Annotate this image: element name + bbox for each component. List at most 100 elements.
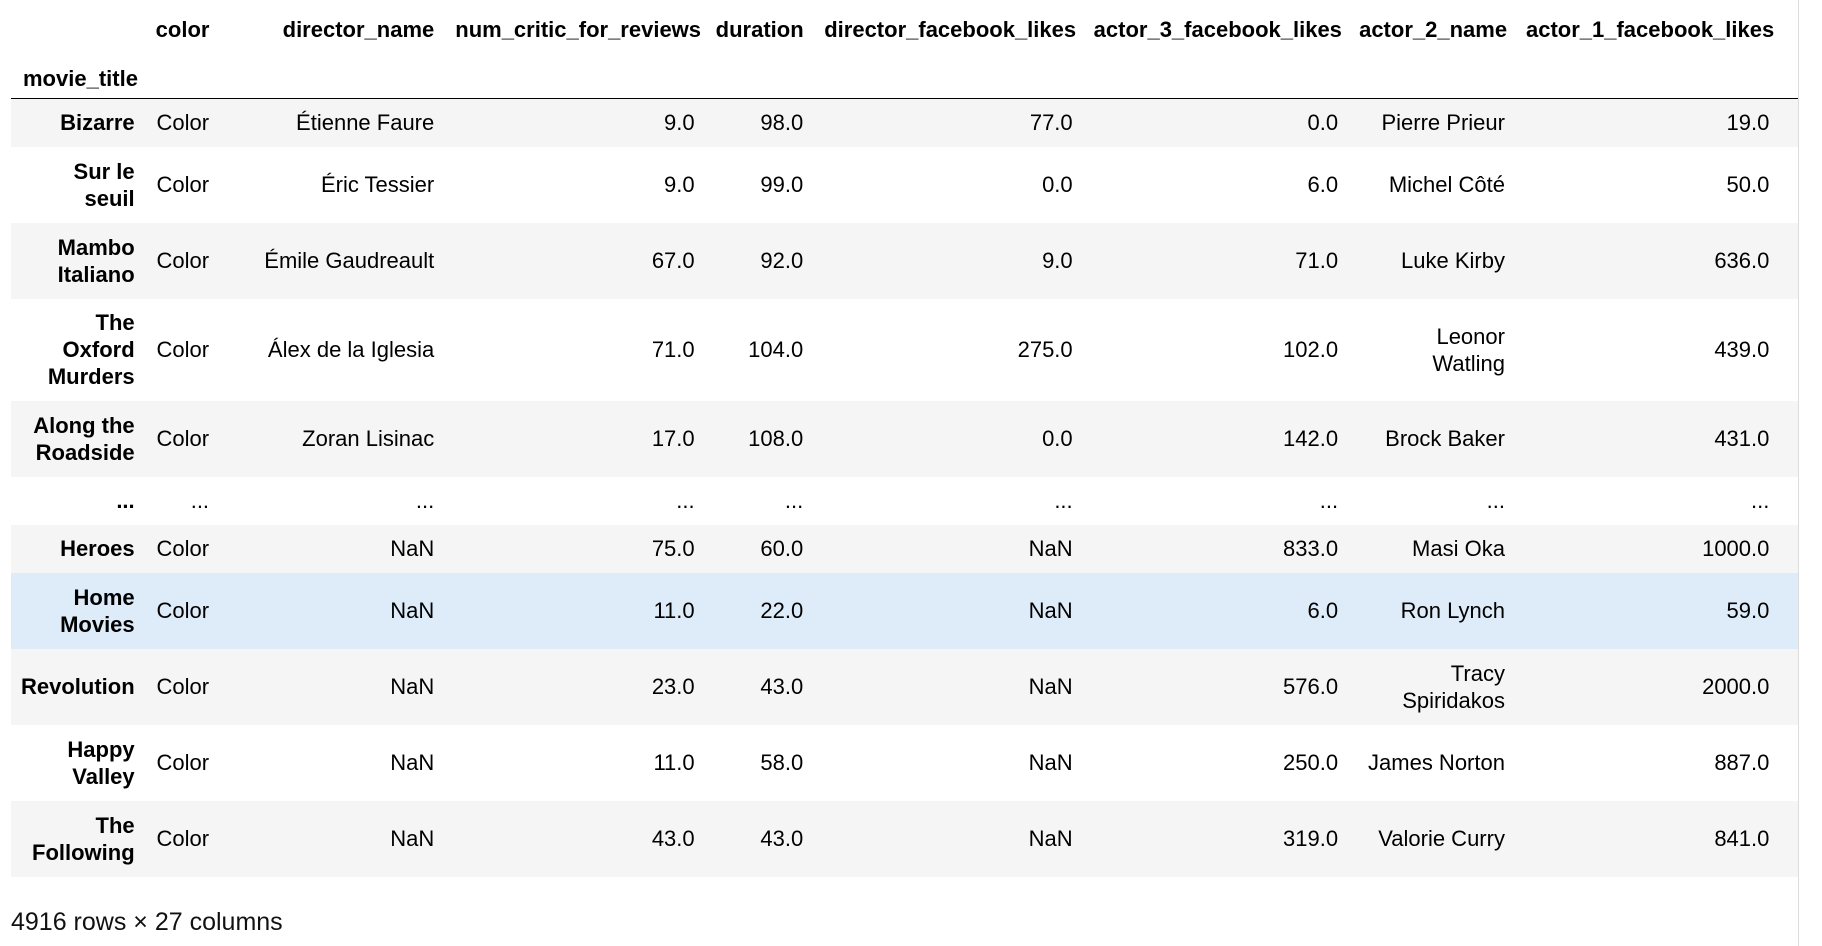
table-cell: 11.0 bbox=[653, 598, 695, 623]
table-cell: NaN bbox=[390, 598, 435, 623]
table-cell: N bbox=[1769, 147, 1798, 223]
row-index-label: Home Movies bbox=[60, 584, 135, 637]
table-cell: James Norton bbox=[1368, 750, 1505, 775]
column-header-row: color director_name num_critic_for_revie… bbox=[11, 0, 1798, 58]
table-cell: NaN bbox=[390, 750, 435, 775]
table-cell: Émile Gaudreault bbox=[264, 248, 435, 273]
column-header: color bbox=[155, 16, 210, 42]
table-cell: 319.0 bbox=[1283, 826, 1339, 851]
table-row: The Following Color NaN 43.0 43.0 NaN 31… bbox=[11, 800, 1798, 877]
table-row: The Oxford Murders Color Álex de la Igle… bbox=[11, 298, 1798, 401]
empty-header-cell bbox=[1338, 58, 1505, 99]
table-cell: NaN bbox=[1028, 826, 1073, 851]
empty-header-cell bbox=[1769, 58, 1798, 99]
column-header: num_critic_for_reviews bbox=[455, 16, 702, 42]
table-cell: 60.0 bbox=[760, 536, 804, 561]
table-cell: NaN bbox=[1028, 536, 1073, 561]
table-cell: Ron Lynch bbox=[1400, 598, 1505, 623]
row-index-label: ... bbox=[116, 488, 135, 513]
table-cell: 9.0 bbox=[1042, 248, 1073, 273]
table-cell: 22.0 bbox=[760, 598, 804, 623]
row-index-label: Revolution bbox=[21, 674, 135, 699]
table-cell: 431.0 bbox=[1714, 426, 1770, 451]
dataframe-table: color director_name num_critic_for_revie… bbox=[11, 0, 1798, 877]
table-row: Heroes Color NaN 75.0 60.0 NaN 833.0 Mas… bbox=[11, 524, 1798, 573]
table-cell: 59.0 bbox=[1726, 598, 1770, 623]
empty-header-cell bbox=[1073, 58, 1338, 99]
table-cell: 142.0 bbox=[1283, 426, 1339, 451]
table-cell: 0.0 bbox=[1307, 110, 1339, 136]
table-cell: Étienne Faure bbox=[296, 110, 435, 136]
table-cell: 99.0 bbox=[760, 172, 804, 197]
table-cell: Color bbox=[156, 248, 210, 273]
table-cell: Color bbox=[156, 598, 210, 623]
table-row: Sur le seuil Color Éric Tessier 9.0 99.0… bbox=[11, 146, 1798, 223]
row-index-label: Sur le seuil bbox=[73, 158, 135, 211]
empty-header-cell bbox=[209, 58, 434, 99]
table-cell: Pierre Prieur bbox=[1381, 110, 1505, 136]
column-header: actor_1_facebook_likes bbox=[1525, 16, 1775, 42]
empty-header-cell bbox=[1505, 58, 1769, 99]
table-row: Happy Valley Color NaN 11.0 58.0 NaN 250… bbox=[11, 724, 1798, 801]
table-cell: N bbox=[1769, 573, 1798, 649]
table-cell: NaN bbox=[1028, 674, 1073, 699]
column-header: actor_3_facebook_likes bbox=[1093, 16, 1342, 42]
table-cell: Álex de la Iglesia bbox=[267, 337, 435, 362]
table-row: Bizarre Color Étienne Faure 9.0 98.0 77.… bbox=[11, 98, 1798, 147]
table-cell: 0.0 bbox=[1042, 172, 1073, 197]
empty-header-cell bbox=[135, 58, 209, 99]
table-cell: 2000.0 bbox=[1702, 674, 1770, 699]
table-cell: N bbox=[1769, 99, 1798, 147]
row-index-label: Happy Valley bbox=[67, 736, 135, 789]
table-cell: Michel Côté bbox=[1388, 172, 1505, 197]
table-cell: 108.0 bbox=[748, 426, 804, 451]
table-cell: 623955 bbox=[1769, 223, 1799, 299]
table-cell: NaN bbox=[1028, 598, 1073, 623]
table-cell: 360 bbox=[1769, 299, 1798, 401]
table-cell: NaN bbox=[390, 674, 435, 699]
table-cell: 636.0 bbox=[1714, 248, 1770, 273]
row-index-label: Bizarre bbox=[60, 110, 135, 136]
table-cell: ... bbox=[190, 488, 210, 513]
table-cell: ... bbox=[1054, 488, 1073, 513]
table-cell: 6.0 bbox=[1307, 598, 1339, 623]
table-cell: 1000.0 bbox=[1702, 536, 1770, 561]
table-cell: Zoran Lisinac bbox=[302, 426, 435, 451]
table-cell: 58.0 bbox=[760, 750, 804, 775]
table-cell: N bbox=[1769, 649, 1798, 725]
table-cell: Éric Tessier bbox=[320, 172, 435, 197]
ellipsis-row: ... ... ... ... ... ... ... ... ... bbox=[11, 476, 1798, 525]
table-cell: N bbox=[1769, 401, 1798, 477]
table-cell: 250.0 bbox=[1283, 750, 1339, 775]
table-cell: Tracy Spiridakos bbox=[1402, 660, 1505, 713]
column-header: director_facebook_likes bbox=[824, 16, 1077, 42]
table-cell: 77.0 bbox=[1029, 110, 1073, 136]
table-cell: Brock Baker bbox=[1385, 426, 1505, 451]
table-cell: 43.0 bbox=[760, 674, 804, 699]
table-cell: N bbox=[1769, 525, 1798, 573]
table-cell: 9.0 bbox=[664, 110, 695, 136]
output-scroll-edge bbox=[1798, 0, 1799, 946]
table-cell: 6.0 bbox=[1307, 172, 1339, 197]
table-cell: 102.0 bbox=[1283, 337, 1339, 362]
index-name-label: movie_title bbox=[23, 65, 138, 91]
table-header: color director_name num_critic_for_revie… bbox=[11, 0, 1798, 99]
index-header-row: movie_title bbox=[11, 58, 1798, 99]
table-cell: 887.0 bbox=[1714, 750, 1770, 775]
table-cell: N bbox=[1769, 725, 1798, 801]
table-cell bbox=[1769, 477, 1798, 525]
table-cell: Leonor Watling bbox=[1432, 323, 1505, 376]
table-cell: 11.0 bbox=[653, 750, 695, 775]
row-index-label: Along the Roadside bbox=[33, 412, 135, 465]
table-cell: Color bbox=[156, 536, 210, 561]
table-cell: 19.0 bbox=[1726, 110, 1770, 136]
table-cell: 104.0 bbox=[748, 337, 804, 362]
table-cell: 833.0 bbox=[1283, 536, 1339, 561]
row-index-label: Mambo Italiano bbox=[57, 234, 135, 287]
table-cell: 576.0 bbox=[1283, 674, 1339, 699]
column-header: director_name bbox=[282, 16, 435, 42]
table-row: Along the Roadside Color Zoran Lisinac 1… bbox=[11, 400, 1798, 477]
table-cell: 75.0 bbox=[651, 536, 695, 561]
dataframe-output: color director_name num_critic_for_revie… bbox=[11, 0, 1798, 946]
table-row: Mambo Italiano Color Émile Gaudreault 67… bbox=[11, 222, 1799, 299]
